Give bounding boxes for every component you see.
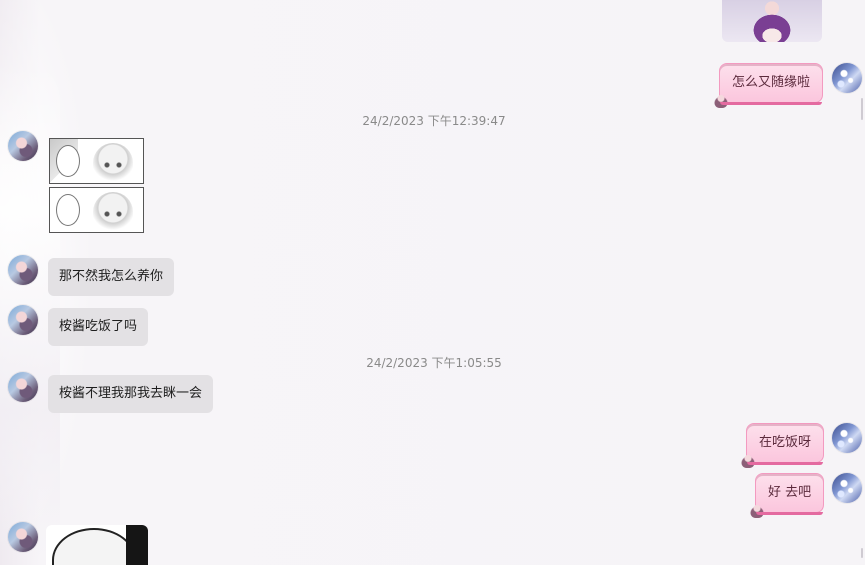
message-bubble-sent[interactable]: 好 去吧 [750, 473, 825, 518]
anime-character-icon [52, 528, 136, 565]
manga-panel [49, 138, 144, 184]
anime-face-icon [93, 192, 133, 232]
manga-panel [49, 187, 144, 233]
contact-avatar[interactable] [8, 372, 38, 402]
contact-avatar[interactable] [8, 522, 38, 552]
received-image-partial[interactable] [46, 525, 148, 565]
speech-bubble-icon [56, 145, 80, 177]
scrollbar-thumb-bottom[interactable] [861, 548, 863, 558]
chibi-decoration-icon [714, 92, 728, 108]
message-bubble-sent[interactable]: 怎么又随缘啦 [714, 63, 824, 108]
received-manga-image[interactable] [48, 138, 144, 234]
anime-face-icon [93, 143, 133, 183]
message-bubble-sent[interactable]: 在吃饭呀 [741, 423, 825, 468]
self-avatar[interactable] [832, 63, 862, 93]
message-text: 那不然我怎么养你 [59, 269, 164, 284]
message-text: 好 去吧 [768, 485, 812, 500]
message-bubble-received[interactable]: 那不然我怎么养你 [48, 258, 175, 296]
contact-avatar[interactable] [8, 255, 38, 285]
chibi-decoration-icon [741, 452, 755, 468]
message-timestamp: 24/2/2023 下午12:39:47 [362, 114, 506, 128]
message-timestamp: 24/2/2023 下午1:05:55 [366, 356, 502, 370]
message-text: 在吃饭呀 [759, 435, 812, 450]
message-bubble-received[interactable]: 桉酱不理我那我去眯一会 [48, 375, 214, 413]
message-text: 桉酱不理我那我去眯一会 [59, 386, 203, 401]
contact-avatar[interactable] [8, 305, 38, 335]
scrollbar-thumb[interactable] [861, 98, 863, 120]
chat-area[interactable]: 怎么又随缘啦 24/2/2023 下午12:39:47 那不然我怎么养你 桉酱吃… [0, 0, 865, 565]
self-avatar[interactable] [832, 423, 862, 453]
speech-bubble-icon [56, 194, 80, 226]
contact-avatar[interactable] [8, 131, 38, 161]
message-bubble-received[interactable]: 桉酱吃饭了吗 [48, 308, 149, 346]
sent-sticker-image[interactable] [722, 0, 822, 42]
message-text: 怎么又随缘啦 [732, 75, 811, 90]
message-text: 桉酱吃饭了吗 [59, 319, 138, 334]
chibi-decoration-icon [750, 502, 764, 518]
self-avatar[interactable] [832, 473, 862, 503]
